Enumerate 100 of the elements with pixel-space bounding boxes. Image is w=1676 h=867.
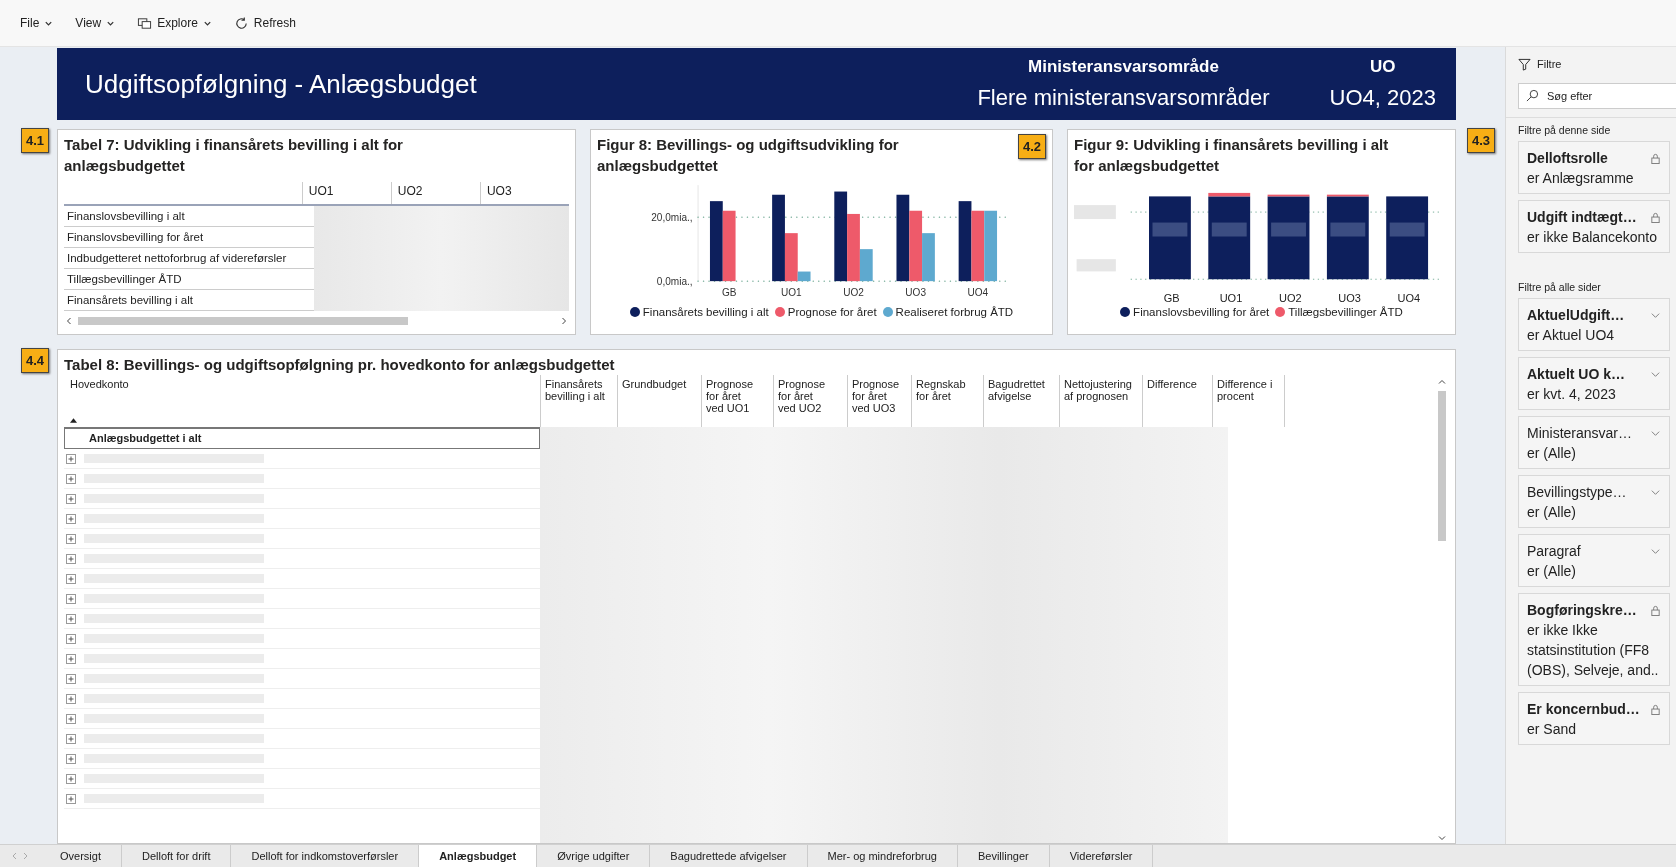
axis-label: UO2 <box>1278 292 1303 304</box>
axis-label: UO1 <box>781 286 802 298</box>
filter-card[interactable]: Delloftsrolle er Anlægsramme <box>1518 141 1670 194</box>
filter-name: Ministeransvar… <box>1527 424 1634 443</box>
column-header[interactable]: Finansårets bevilling i alt <box>545 378 605 402</box>
expand-icon[interactable] <box>66 473 76 484</box>
filter-card[interactable]: Er koncernbud… er Sand <box>1518 692 1670 745</box>
menu-button[interactable]: Explore <box>129 11 220 35</box>
expand-icon[interactable] <box>66 493 76 504</box>
lock-icon <box>1650 703 1661 715</box>
bar-segment <box>1326 194 1369 197</box>
filter-value: er ikke Balancekonto <box>1527 228 1658 247</box>
blurred-label <box>1074 205 1116 220</box>
menu-button[interactable]: View <box>67 12 124 34</box>
filter-card[interactable]: Bevillingstype… er (Alle) <box>1518 475 1670 528</box>
filter-value: er (Alle) <box>1527 503 1577 522</box>
expand-icon[interactable] <box>66 713 76 724</box>
refresh-icon <box>233 15 249 31</box>
filter-card[interactable]: Ministeransvar… er (Alle) <box>1518 416 1670 469</box>
column-header[interactable]: Nettojustering af prognosen <box>1064 378 1132 402</box>
scrollbar-thumb[interactable] <box>78 316 408 325</box>
row-label: Finanslovsbevilling for året <box>64 227 314 248</box>
banner-label: Ministeransvarsområde <box>1027 57 1220 77</box>
sort-ascending-icon[interactable] <box>70 418 77 423</box>
axis-label: UO1 <box>1218 292 1244 304</box>
expand-icon[interactable] <box>66 793 76 804</box>
lock-icon <box>1650 604 1661 616</box>
expand-icon[interactable] <box>66 573 76 584</box>
axis-label: 20,0mia., <box>651 211 693 223</box>
row-label: Finansårets bevilling i alt <box>64 290 314 311</box>
column-header[interactable]: Hovedkonto <box>70 378 129 390</box>
column-header[interactable]: Prognose for året ved UO1 <box>706 378 754 414</box>
expand-icon[interactable] <box>66 753 76 764</box>
section-heading: Filtre på denne side <box>1518 124 1612 136</box>
expand-icon[interactable] <box>66 613 76 624</box>
page-tab[interactable]: Anlægsbudget <box>419 845 538 867</box>
expand-icon[interactable] <box>66 733 76 744</box>
filter-value: er (Alle) <box>1527 562 1577 581</box>
column-header[interactable]: Bagudrettet afvigelse <box>988 378 1045 402</box>
expand-icon[interactable] <box>66 673 76 684</box>
filter-icon <box>1518 57 1531 71</box>
section-badge: 4.3 <box>1466 128 1495 153</box>
column-header[interactable]: Prognose for året ved UO2 <box>778 378 826 414</box>
banner-value: UO4, 2023 <box>1329 85 1436 111</box>
filter-name: Bogføringskre… <box>1527 601 1638 620</box>
expand-icon[interactable] <box>66 693 76 704</box>
column-header[interactable]: Difference i procent <box>1217 378 1273 402</box>
legend-label: Realiseret forbrug ÅTD <box>895 306 1014 318</box>
filter-card[interactable]: Aktuelt UO k… er kvt. 4, 2023 <box>1518 357 1670 410</box>
scroll-up-icon[interactable] <box>1437 377 1447 387</box>
filter-card[interactable]: Bogføringskre… er ikke Ikke statsinstitution (FF8 (OBS), Selveje, and.. <box>1518 593 1670 686</box>
lock-icon <box>1650 211 1661 223</box>
filter-card[interactable]: AktuelUdgift… er Aktuel UO4 <box>1518 298 1670 351</box>
column-header[interactable]: Prognose for året ved UO3 <box>852 378 900 414</box>
filter-name: Delloftsrolle <box>1527 149 1609 168</box>
bar-segment <box>1208 192 1251 197</box>
filter-value: er kvt. 4, 2023 <box>1527 385 1617 404</box>
expand-icon[interactable] <box>66 653 76 664</box>
axis-label: UO2 <box>843 286 864 298</box>
filter-value: er Aktuel UO4 <box>1527 326 1616 345</box>
column-header: UO3 <box>479 182 569 204</box>
axis-label: UO4 <box>967 286 989 298</box>
expand-icon[interactable] <box>66 453 76 464</box>
expand-icon[interactable] <box>66 533 76 544</box>
expand-icon[interactable] <box>66 553 76 564</box>
expand-icon[interactable] <box>66 773 76 784</box>
report-title: Udgiftsopfølgning - Anlægsbudget <box>85 68 478 100</box>
search-icon <box>1526 89 1539 102</box>
filter-name: Paragraf <box>1527 542 1582 561</box>
column-header[interactable]: Regnskab for året <box>916 378 966 402</box>
bar <box>971 210 985 282</box>
column-header[interactable]: Difference <box>1147 378 1197 390</box>
bar-segment <box>1267 194 1310 197</box>
scrollbar-thumb[interactable] <box>1438 391 1446 541</box>
scroll-down-icon[interactable] <box>1437 833 1447 843</box>
column-header[interactable]: Grundbudget <box>622 378 687 390</box>
legend-label: Finansårets bevilling i alt <box>642 306 769 318</box>
expand-icon[interactable] <box>66 633 76 644</box>
search-field[interactable]: Søg efter <box>1518 83 1676 109</box>
section-badge: 4.2 <box>1017 134 1046 159</box>
menu-button[interactable]: File <box>12 12 62 34</box>
scroll-left-icon[interactable] <box>64 315 74 326</box>
legend-label: Finanslovsbevilling for året <box>1133 306 1270 318</box>
lock-icon <box>1650 152 1661 164</box>
row-label: Tillægsbevillinger ÅTD <box>64 269 314 290</box>
chart-title: Figur 8: Bevillings- og udgiftsudvikling for anlægsbudgettet <box>597 135 900 176</box>
banner-value: Flere ministeransvarsområder <box>977 85 1270 111</box>
expand-icon[interactable] <box>66 593 76 604</box>
table-title: Tabel 8: Bevillings- og udgiftsopfølgning pr. hovedkonto for anlægsbudgettet <box>64 355 616 375</box>
horizontal-scrollbar[interactable] <box>64 314 569 327</box>
legend-label: Prognose for året <box>787 306 877 318</box>
banner-label: UO <box>1369 57 1397 77</box>
scroll-right-icon[interactable] <box>559 315 569 326</box>
filter-card[interactable]: Udgift indtægt… er ikke Balancekonto <box>1518 200 1670 253</box>
row-label: Finanslovsbevilling i alt <box>64 206 314 227</box>
expand-icon[interactable] <box>66 513 76 524</box>
bar <box>984 210 998 282</box>
menu-button[interactable]: Refresh <box>225 11 304 35</box>
filter-card[interactable]: Paragraf er (Alle) <box>1518 534 1670 587</box>
filter-name: Er koncernbud… <box>1527 700 1641 719</box>
